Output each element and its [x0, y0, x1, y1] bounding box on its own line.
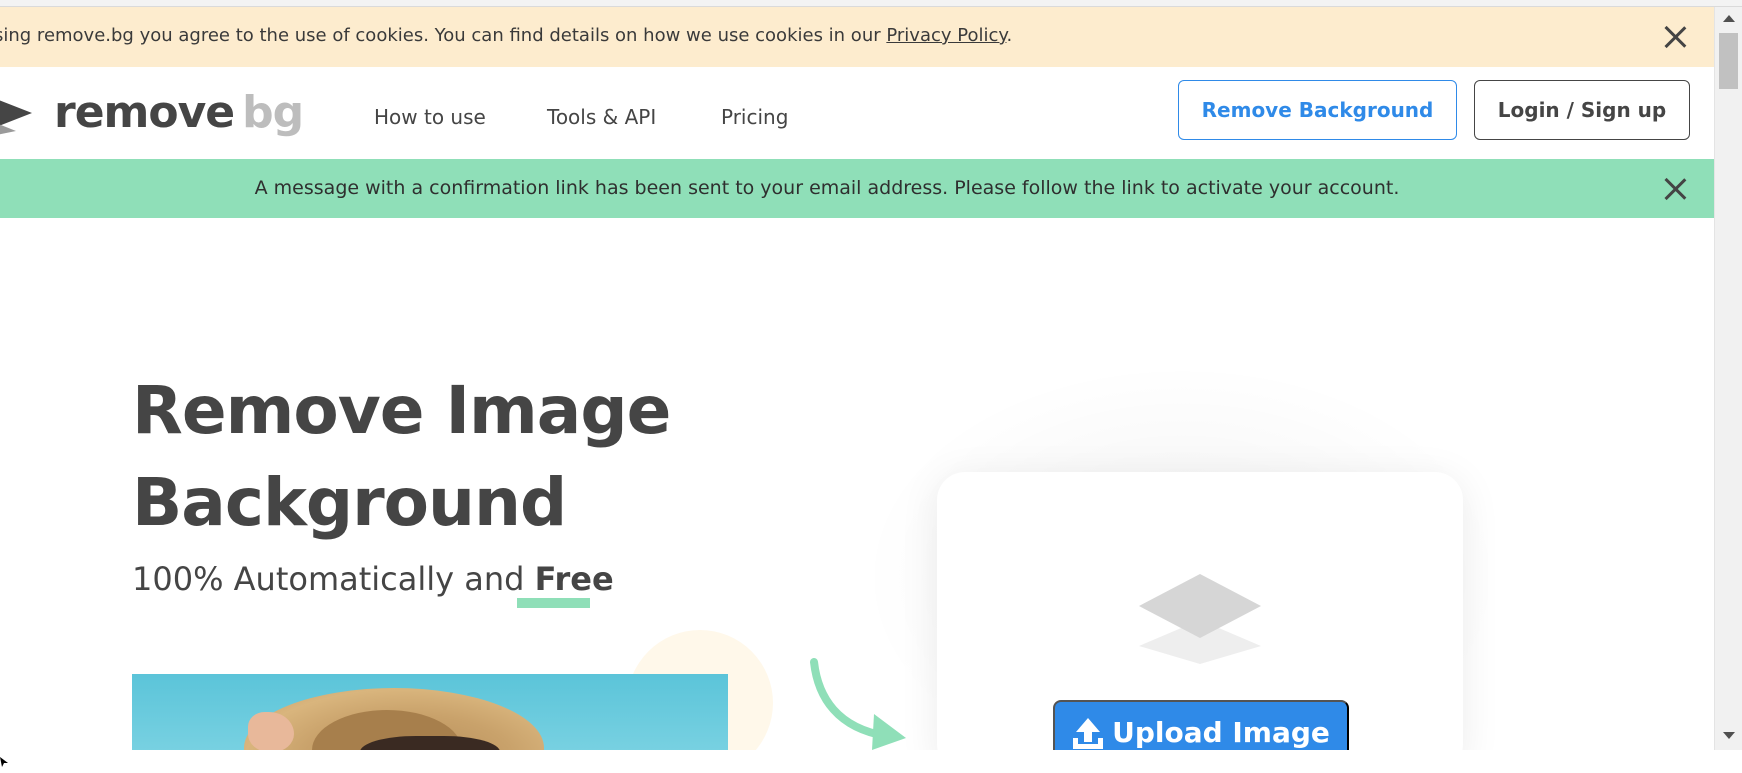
scroll-thumb[interactable]	[1719, 33, 1738, 89]
remove-background-button[interactable]: Remove Background	[1178, 80, 1457, 140]
scroll-up-icon[interactable]	[1723, 15, 1735, 22]
hero-subtitle-free: Free	[534, 560, 614, 598]
logo-word-remove: remove	[54, 87, 235, 138]
layers-icon	[1139, 574, 1261, 664]
window-top-border	[0, 0, 1742, 7]
free-underline-decoration	[517, 598, 590, 608]
cookie-banner-text: sing remove.bg you agree to the use of c…	[0, 25, 1012, 46]
login-signup-button[interactable]: Login / Sign up	[1474, 80, 1690, 140]
hero-title-line-2: Background	[132, 464, 567, 541]
hero-title: Remove Image Background	[132, 365, 671, 549]
logo-mark-icon	[0, 100, 32, 135]
site-logo[interactable]: remove bg	[0, 87, 304, 138]
confirmation-banner: A message with a confirmation link has b…	[0, 159, 1714, 218]
confirmation-message: A message with a confirmation link has b…	[254, 177, 1400, 199]
nav-tools-api[interactable]: Tools & API	[547, 105, 656, 129]
privacy-policy-link[interactable]: Privacy Policy	[886, 25, 1006, 46]
cookie-banner: sing remove.bg you agree to the use of c…	[0, 7, 1714, 67]
confirmation-text-wrap: A message with a confirmation link has b…	[0, 177, 1714, 199]
hero-subtitle-text: 100% Automatically and	[132, 560, 535, 598]
upload-image-label: Upload Image	[1112, 716, 1330, 749]
cookie-banner-period: .	[1006, 25, 1013, 46]
site-header: remove bg How to use Tools & API Pricing …	[0, 67, 1714, 159]
nav-pricing[interactable]: Pricing	[721, 105, 788, 129]
cookie-banner-close-icon[interactable]	[1660, 22, 1690, 52]
cursor-icon	[0, 757, 8, 767]
upload-image-button[interactable]: Upload Image	[1053, 700, 1349, 750]
cookie-banner-message: sing remove.bg you agree to the use of c…	[0, 25, 887, 46]
nav-how-to-use[interactable]: How to use	[374, 105, 486, 129]
example-photo	[132, 674, 728, 750]
logo-text: remove bg	[54, 87, 304, 138]
scroll-down-icon[interactable]	[1723, 732, 1735, 739]
vertical-scrollbar[interactable]	[1714, 7, 1742, 750]
upload-icon	[1073, 718, 1104, 749]
hero-subtitle: 100% Automatically and Free	[132, 560, 614, 598]
upload-card[interactable]: Upload Image	[937, 472, 1463, 750]
page-viewport: sing remove.bg you agree to the use of c…	[0, 7, 1714, 750]
logo-word-bg: bg	[242, 87, 304, 138]
hero-title-line-1: Remove Image	[132, 372, 671, 449]
window-bottom-strip	[0, 750, 1742, 773]
confirmation-close-icon[interactable]	[1660, 174, 1690, 204]
